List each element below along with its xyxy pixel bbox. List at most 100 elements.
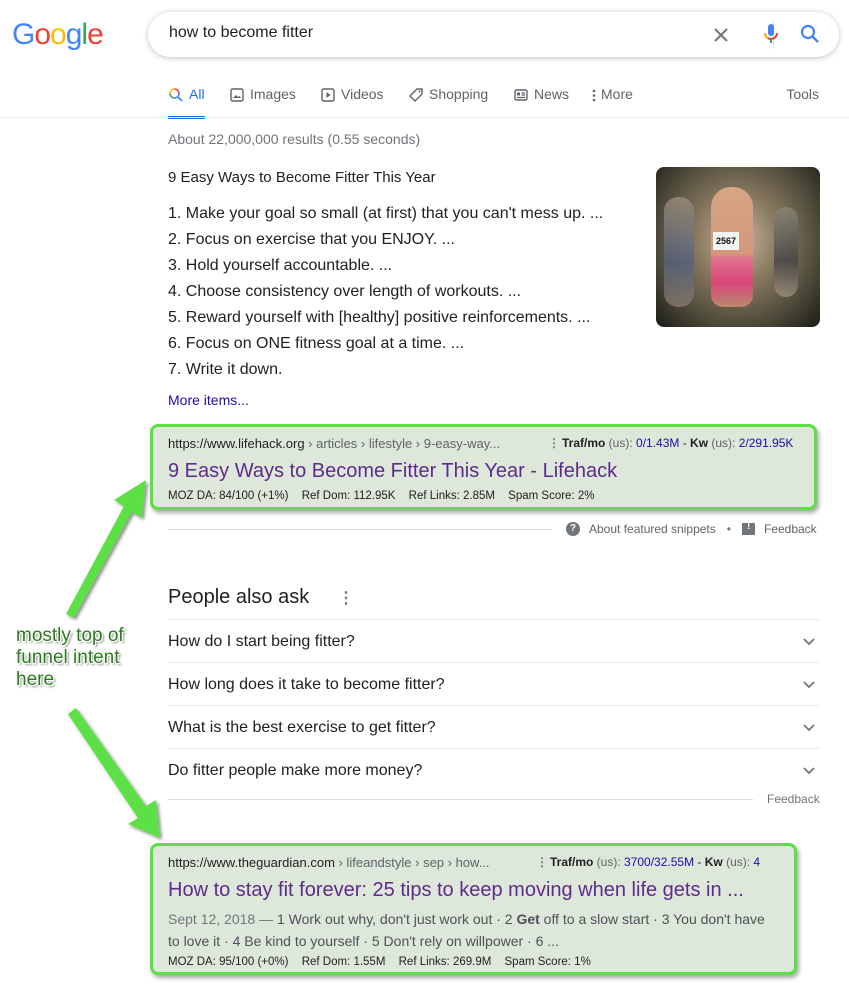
tab-news[interactable]: News bbox=[513, 86, 569, 118]
kebab-icon[interactable]: ⋮ bbox=[536, 855, 548, 869]
logo-letter: G bbox=[12, 18, 35, 51]
list-item: 2. Focus on exercise that you ENJOY. ... bbox=[168, 231, 455, 248]
seo-traffic-bar: ⋮ Traf/mo (us): 3700/32.55M - Kw (us): 4 bbox=[536, 855, 771, 869]
image-figure bbox=[774, 207, 798, 297]
feedback-link[interactable]: Feedback bbox=[767, 792, 820, 806]
featured-snippet-list: 1. Make your goal so small (at first) th… bbox=[168, 201, 603, 383]
more-items-link[interactable]: More items... bbox=[168, 392, 249, 408]
tab-images[interactable]: Images bbox=[229, 86, 296, 118]
divider bbox=[168, 529, 552, 530]
spam-score: Spam Score: 2% bbox=[508, 490, 595, 502]
search-box[interactable]: how to become fitter bbox=[148, 12, 839, 57]
traffic-value[interactable]: 0/1.43M bbox=[636, 436, 679, 450]
tab-shopping[interactable]: Shopping bbox=[408, 86, 488, 118]
tools-button[interactable]: Tools bbox=[786, 86, 819, 102]
logo-letter: g bbox=[65, 18, 83, 51]
header-divider bbox=[0, 117, 849, 118]
traffic-region: (us): bbox=[605, 436, 637, 450]
seo-traffic-bar: ⋮ Traf/mo (us): 0/1.43M - Kw (us): 2/291.… bbox=[548, 436, 810, 450]
mic-icon[interactable] bbox=[759, 22, 783, 46]
play-icon bbox=[321, 88, 335, 102]
tab-label: Images bbox=[250, 86, 296, 102]
result-title-link[interactable]: 9 Easy Ways to Become Fitter This Year -… bbox=[168, 460, 617, 483]
ref-domains: Ref Dom: 1.55M bbox=[301, 956, 386, 968]
traffic-value[interactable]: 3700/32.55M bbox=[624, 855, 694, 869]
paa-question[interactable]: How do I start being fitter? bbox=[168, 619, 820, 662]
keyword-label: Kw bbox=[704, 855, 723, 869]
help-icon: ? bbox=[566, 522, 580, 536]
url-path: › articles › lifestyle › 9-easy-way... bbox=[304, 436, 501, 451]
separator: • bbox=[726, 522, 731, 536]
race-bib: 2567 bbox=[713, 232, 739, 250]
snippet-date: Sept 12, 2018 — bbox=[168, 911, 277, 927]
news-icon bbox=[514, 89, 528, 101]
question-text: How long does it take to become fitter? bbox=[168, 676, 445, 693]
list-item: 4. Choose consistency over length of wor… bbox=[168, 283, 522, 300]
tab-more[interactable]: More bbox=[590, 86, 633, 118]
keyword-value[interactable]: 2/291.95K bbox=[739, 436, 794, 450]
tab-label: All bbox=[189, 86, 205, 102]
search-input[interactable]: how to become fitter bbox=[169, 24, 313, 42]
keyword-label: Kw bbox=[690, 436, 709, 450]
ref-links: Ref Links: 2.85M bbox=[408, 490, 495, 502]
tag-icon bbox=[409, 88, 423, 102]
traffic-label: Traf/mo bbox=[562, 436, 606, 450]
featured-snippet-footer: ? About featured snippets • Feedback bbox=[566, 521, 817, 536]
google-logo[interactable]: Google bbox=[12, 18, 104, 52]
moz-da: MOZ DA: 84/100 (+1%) bbox=[168, 490, 289, 502]
paa-question[interactable]: Do fitter people make more money? bbox=[168, 748, 820, 791]
image-icon bbox=[230, 88, 244, 102]
result-url[interactable]: https://www.theguardian.com › lifeandsty… bbox=[168, 855, 490, 870]
tab-all[interactable]: All bbox=[168, 86, 205, 119]
result-stats: About 22,000,000 results (0.55 seconds) bbox=[168, 131, 421, 147]
result-url[interactable]: https://www.lifehack.org › articles › li… bbox=[168, 436, 500, 451]
arrow-down-icon bbox=[68, 708, 160, 838]
ref-links: Ref Links: 269.9M bbox=[398, 956, 492, 968]
paa-question[interactable]: How long does it take to become fitter? bbox=[168, 662, 820, 705]
about-featured-snippets-link[interactable]: About featured snippets bbox=[589, 522, 716, 536]
keyword-region: (us): bbox=[722, 855, 754, 869]
url-host: https://www.theguardian.com bbox=[168, 855, 335, 870]
featured-snippet-image[interactable]: 2567 bbox=[656, 167, 820, 327]
tab-label: More bbox=[601, 86, 633, 102]
chevron-down-icon bbox=[803, 638, 815, 646]
list-item: 3. Hold yourself accountable. ... bbox=[168, 257, 393, 274]
image-figure bbox=[664, 197, 694, 307]
kebab-icon[interactable]: ⋮ bbox=[548, 436, 560, 450]
close-icon[interactable] bbox=[709, 23, 733, 47]
moz-metrics: MOZ DA: 95/100 (+0%) Ref Dom: 1.55M Ref … bbox=[168, 956, 601, 968]
search-result-guardian: https://www.theguardian.com › lifeandsty… bbox=[150, 843, 797, 975]
chevron-down-icon bbox=[803, 724, 815, 732]
logo-letter: e bbox=[87, 18, 104, 51]
kebab-icon bbox=[592, 89, 596, 102]
traffic-label: Traf/mo bbox=[550, 855, 594, 869]
chevron-down-icon bbox=[803, 681, 815, 689]
search-icon[interactable] bbox=[798, 22, 822, 46]
separator: - bbox=[679, 436, 691, 450]
paa-question[interactable]: What is the best exercise to get fitter? bbox=[168, 705, 820, 748]
snippet-text: 1 Work out why, don't just work out · 2 bbox=[276, 911, 517, 927]
tab-label: News bbox=[534, 86, 570, 102]
people-also-ask-title: People also ask bbox=[168, 586, 310, 608]
search-result-lifehack: https://www.lifehack.org › articles › li… bbox=[150, 424, 817, 510]
separator: - bbox=[694, 855, 705, 869]
list-item: 1. Make your goal so small (at first) th… bbox=[168, 205, 604, 222]
result-snippet: Sept 12, 2018 — 1 Work out why, don't ju… bbox=[168, 908, 778, 952]
annotation-line: funnel intent bbox=[16, 647, 120, 668]
feedback-link[interactable]: Feedback bbox=[764, 522, 817, 536]
arrow-up-icon bbox=[66, 480, 146, 618]
url-path: › lifeandstyle › sep › how... bbox=[334, 855, 490, 870]
tab-label: Shopping bbox=[429, 86, 489, 102]
moz-da: MOZ DA: 95/100 (+0%) bbox=[168, 956, 289, 968]
keyword-region: (us): bbox=[708, 436, 739, 450]
divider bbox=[168, 799, 753, 800]
traffic-region: (us): bbox=[593, 855, 625, 869]
snippet-highlight: Get bbox=[516, 911, 540, 927]
result-title-link[interactable]: How to stay fit forever: 25 tips to keep… bbox=[168, 879, 744, 902]
keyword-value[interactable]: 4 bbox=[753, 855, 760, 869]
kebab-icon[interactable]: ⋮ bbox=[338, 588, 354, 608]
featured-snippet-heading: 9 Easy Ways to Become Fitter This Year bbox=[168, 169, 436, 186]
list-item: 7. Write it down. bbox=[168, 361, 283, 378]
logo-letter: o bbox=[50, 18, 67, 51]
tab-videos[interactable]: Videos bbox=[320, 86, 384, 118]
